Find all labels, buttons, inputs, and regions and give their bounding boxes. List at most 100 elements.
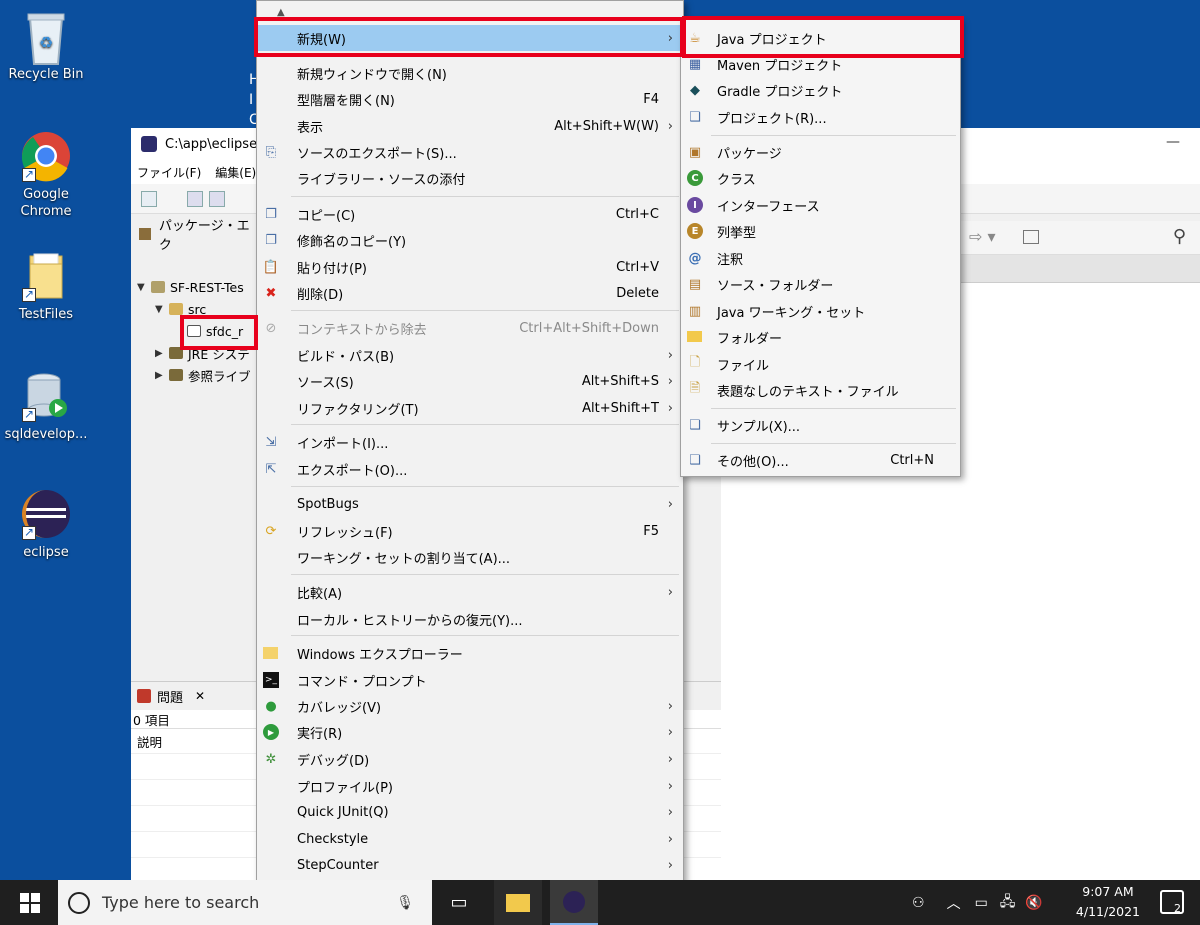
menu-edit[interactable]: 編集(E)	[215, 164, 256, 181]
menu-item-run[interactable]: ▶ 実行(R) ›	[257, 719, 683, 745]
submenu-item-class[interactable]: C クラス	[681, 165, 960, 191]
submenu-item-source-folder[interactable]: ▤ ソース・フォルダー	[681, 271, 960, 297]
menu-item-open-new-window[interactable]: 新規ウィンドウで開く(N)	[257, 60, 683, 86]
menu-item-debug[interactable]: ✲ デバッグ(D) ›	[257, 746, 683, 772]
submenu-item-enum[interactable]: E 列挙型	[681, 218, 960, 244]
submenu-item-folder[interactable]: フォルダー	[681, 324, 960, 350]
desktop-icon-sqldeveloper[interactable]: sqldevelop...	[0, 370, 94, 443]
menu-item-export[interactable]: ⇱ エクスポート(O)...	[257, 456, 683, 482]
menu-item-paste[interactable]: 📋 貼り付け(P) Ctrl+V	[257, 254, 683, 280]
window-close-button[interactable]: —	[1166, 134, 1180, 150]
taskbar-search-box[interactable]: Type here to search 🎙	[58, 880, 432, 925]
clock-time: 9:07 AM	[1082, 884, 1134, 899]
menu-item-copy-qualified-name[interactable]: ❐ 修飾名のコピー(Y)	[257, 227, 683, 253]
menu-item-stepcounter[interactable]: StepCounter ›	[257, 852, 683, 878]
submenu-item-package[interactable]: ▣ パッケージ	[681, 139, 960, 165]
chevron-right-icon[interactable]: ▶	[155, 348, 169, 359]
menu-item-profile[interactable]: プロファイル(P) ›	[257, 773, 683, 799]
submenu-item-java-working-set[interactable]: ▥ Java ワーキング・セット	[681, 298, 960, 324]
close-icon[interactable]: ✕	[195, 689, 205, 703]
desktop-icon-recycle-bin[interactable]: ♻ Recycle Bin	[0, 10, 94, 83]
people-icon[interactable]: ⚇	[912, 895, 925, 911]
menu-item-new[interactable]: 新規(W) ›	[257, 25, 683, 51]
taskbar-clock[interactable]: 9:07 AM 4/11/2021	[1076, 882, 1140, 922]
menu-item-show-in[interactable]: 表示 Alt+Shift+W(W) ›	[257, 113, 683, 139]
tree-item-references[interactable]: ▶ 参照ライブ	[137, 364, 251, 386]
menu-item-build-path[interactable]: ビルド・パス(B) ›	[257, 342, 683, 368]
chevron-right-icon: ›	[667, 857, 673, 873]
file-explorer-taskbar-icon[interactable]	[494, 880, 542, 925]
submenu-item-gradle-project[interactable]: ◆ Gradle プロジェクト	[681, 77, 960, 103]
microphone-icon[interactable]: 🎙	[396, 895, 414, 911]
task-view-icon[interactable]: ▭	[435, 880, 483, 925]
submenu-item-file[interactable]: 🗋 ファイル	[681, 351, 960, 377]
chevron-right-icon: ›	[667, 751, 673, 767]
menu-item-spotbugs[interactable]: SpotBugs ›	[257, 491, 683, 517]
scroll-up-icon[interactable]: ▲	[277, 7, 285, 18]
forward-arrow-icon[interactable]: ⇨ ▾	[969, 227, 996, 246]
menu-item-open-type-hierarchy[interactable]: 型階層を開く(N) F4	[257, 86, 683, 112]
new-icon[interactable]	[141, 191, 157, 207]
menu-item-restore-local-history[interactable]: ローカル・ヒストリーからの復元(Y)...	[257, 606, 683, 632]
desktop-icon-eclipse[interactable]: eclipse	[0, 488, 94, 561]
menu-item-export-source[interactable]: ⎘ ソースのエクスポート(S)...	[257, 139, 683, 165]
menu-item-copy[interactable]: ❐ コピー(C) Ctrl+C	[257, 201, 683, 227]
desktop-icon-google-chrome[interactable]: Google Chrome	[0, 130, 94, 220]
database-icon	[20, 370, 72, 423]
menu-item-remove-from-context[interactable]: ⊘ コンテキストから除去 Ctrl+Alt+Shift+Down	[257, 315, 683, 341]
menu-item-compare[interactable]: 比較(A) ›	[257, 579, 683, 605]
menu-item-label: コマンド・プロンプト	[297, 674, 427, 690]
taskbar: Type here to search 🎙 ▭ ⚇ ︿ ▭ 🖧 🔇 9:07 A…	[0, 880, 1200, 925]
submenu-item-annotation[interactable]: @ 注釈	[681, 245, 960, 271]
submenu-item-other[interactable]: ❑ その他(O)... Ctrl+N	[681, 447, 960, 473]
chevron-up-icon[interactable]: ︿	[947, 893, 961, 913]
desktop-icon-testfiles[interactable]: TestFiles	[0, 250, 94, 323]
save-icon[interactable]	[187, 191, 203, 207]
menu-item-refactor[interactable]: リファクタリング(T) Alt+Shift+T ›	[257, 395, 683, 421]
file-icon: 🗋	[689, 355, 701, 370]
submenu-item-java-project[interactable]: ☕ Java プロジェクト	[681, 25, 960, 51]
menu-item-label: コピー(C)	[297, 208, 356, 224]
battery-icon[interactable]: ▭	[975, 895, 988, 911]
tree-item-selected[interactable]: sfdc_r	[137, 320, 251, 342]
menu-item-checkstyle[interactable]: Checkstyle ›	[257, 826, 683, 852]
submenu-item-example[interactable]: ❑ サンプル(X)...	[681, 412, 960, 438]
tree-item-jre[interactable]: ▶ JRE システ	[137, 342, 251, 364]
chevron-right-icon[interactable]: ▶	[155, 370, 169, 381]
menu-item-label: エクスポート(O)...	[297, 463, 408, 479]
menu-item-refresh[interactable]: ⟳ リフレッシュ(F) F5	[257, 518, 683, 544]
project-icon: ❑	[689, 109, 701, 125]
menu-item-attach-source[interactable]: ライブラリー・ソースの添付	[257, 165, 683, 191]
eclipse-taskbar-icon[interactable]	[550, 880, 598, 925]
submenu-item-untitled-text-file[interactable]: 🗎 表題なしのテキスト・ファイル	[681, 377, 960, 403]
cortana-icon	[68, 891, 90, 914]
save-all-icon[interactable]	[209, 191, 225, 207]
menu-item-assign-working-sets[interactable]: ワーキング・セットの割り当て(A)...	[257, 544, 683, 570]
submenu-item-maven-project[interactable]: ▦ Maven プロジェクト	[681, 51, 960, 77]
tree-item-project[interactable]: ▼ SF-REST-Tes	[137, 276, 251, 298]
tree-item-src[interactable]: ▼ src	[137, 298, 251, 320]
desktop-icon-label: eclipse	[23, 545, 69, 560]
menu-item-windows-explorer[interactable]: Windows エクスプローラー	[257, 640, 683, 666]
menu-item-command-prompt[interactable]: >_ コマンド・プロンプト	[257, 667, 683, 693]
submenu-item-project[interactable]: ❑ プロジェクト(R)...	[681, 104, 960, 130]
menu-item-delete[interactable]: ✖ 削除(D) Delete	[257, 280, 683, 306]
menu-file[interactable]: ファイル(F)	[137, 164, 201, 181]
network-icon[interactable]: 🖧	[1000, 891, 1016, 915]
windows-start-icon[interactable]	[20, 893, 40, 913]
chevron-down-icon[interactable]: ▼	[155, 304, 169, 315]
submenu-item-interface[interactable]: I インターフェース	[681, 192, 960, 218]
open-perspective-icon[interactable]	[1023, 230, 1039, 244]
volume-muted-icon[interactable]: 🔇	[1025, 895, 1042, 911]
menu-item-accelerator: F4	[643, 91, 659, 107]
menu-item-quick-junit[interactable]: Quick JUnit(Q) ›	[257, 799, 683, 825]
package-explorer-tab[interactable]: パッケージ・エク	[131, 214, 262, 254]
search-icon[interactable]: ⚲	[1173, 226, 1186, 247]
menu-item-coverage[interactable]: ● カバレッジ(V) ›	[257, 693, 683, 719]
notification-center-icon[interactable]: 2	[1160, 890, 1184, 915]
menu-item-label: リファクタリング(T)	[297, 402, 419, 418]
menu-item-source[interactable]: ソース(S) Alt+Shift+S ›	[257, 368, 683, 394]
menu-item-accelerator: Alt+Shift+S	[581, 373, 659, 389]
menu-item-import[interactable]: ⇲ インポート(I)...	[257, 429, 683, 455]
chevron-down-icon[interactable]: ▼	[137, 282, 151, 293]
